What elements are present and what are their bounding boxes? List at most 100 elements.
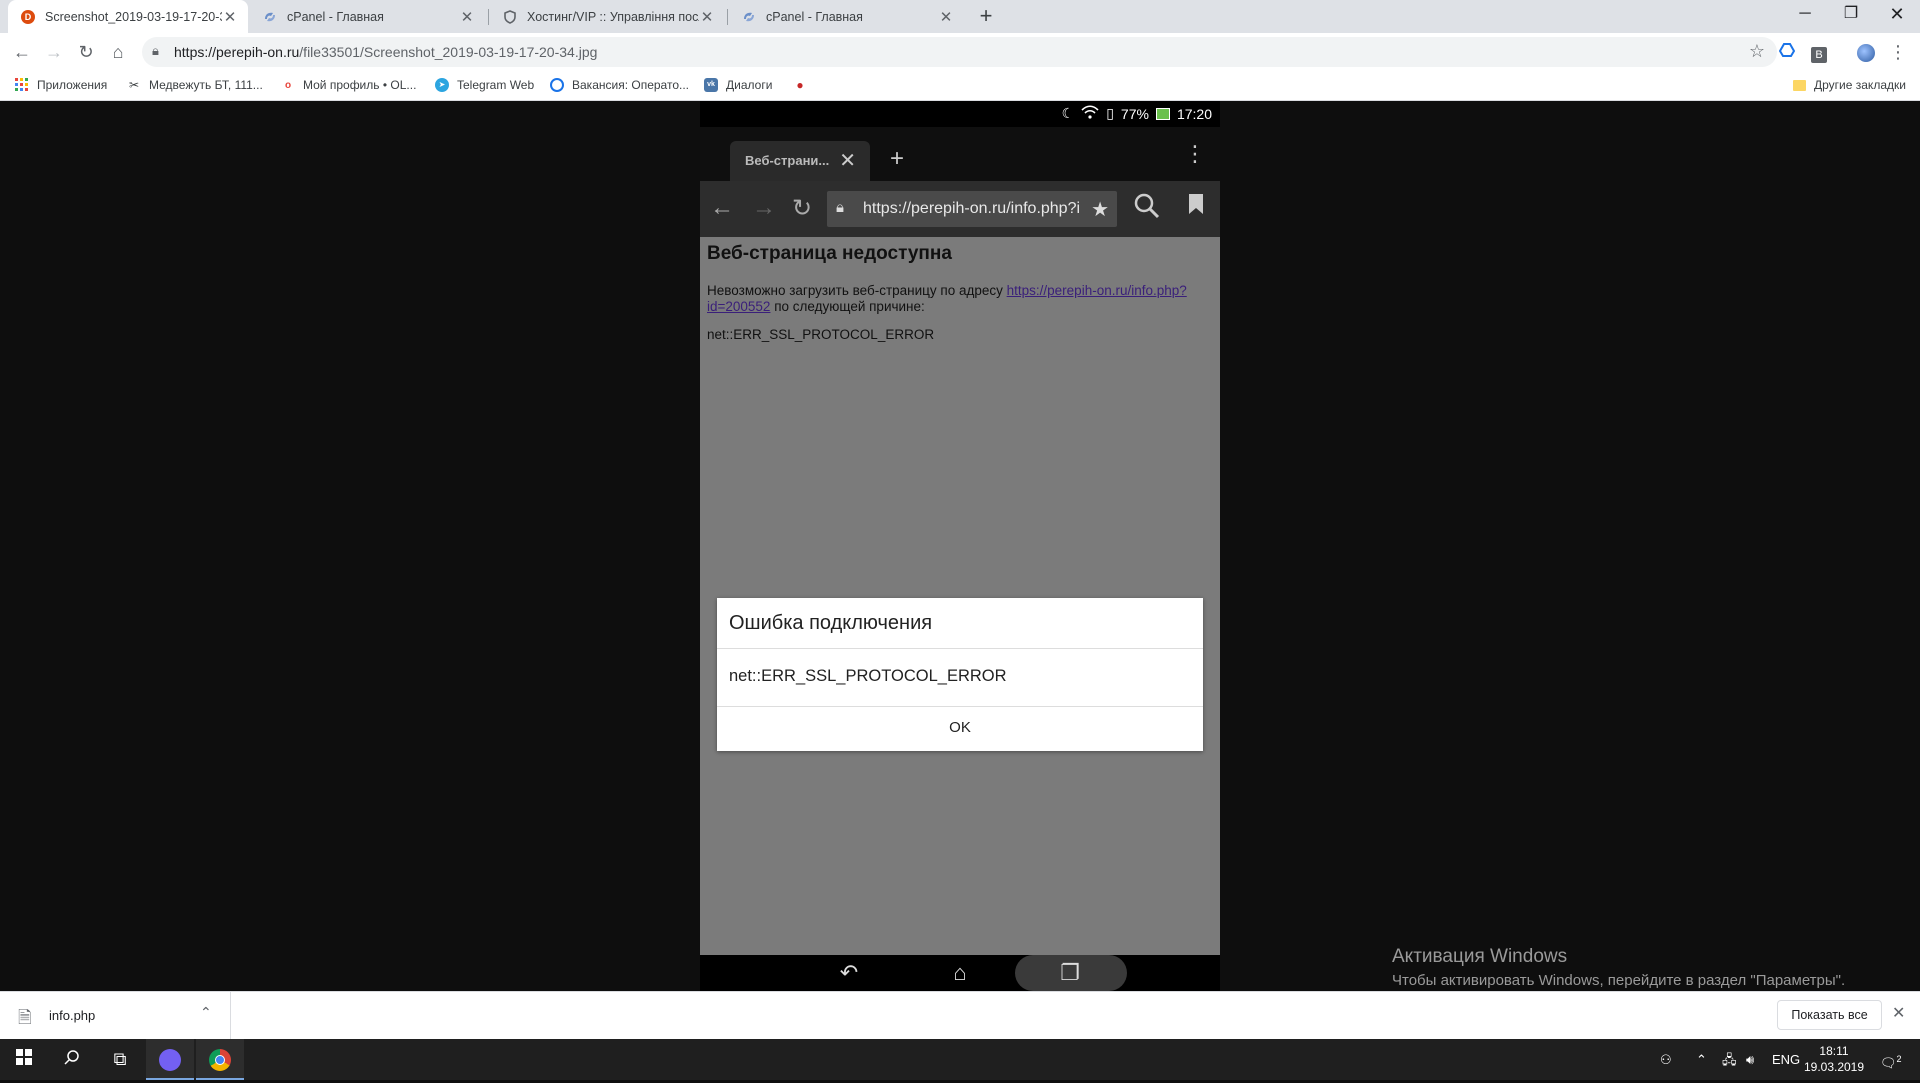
address-bar[interactable]: 🔒︎ https://perepih-on.ru/file33501/Scree… — [142, 37, 1777, 67]
android-home-icon[interactable]: ⌂ — [930, 960, 990, 986]
sim-icon: ▯ — [1106, 105, 1114, 121]
bookmark-label: Мой профиль • OL... — [303, 78, 417, 92]
chevron-up-icon[interactable]: ⌃ — [200, 1004, 212, 1021]
extension-b-letter: B — [1811, 47, 1827, 63]
wifi-icon — [1081, 105, 1099, 122]
mobile-url: https://perepih-on.ru/info.php?i — [863, 200, 1081, 217]
chevron-up-icon[interactable]: ⌃ — [1696, 1039, 1707, 1080]
reload-icon[interactable]: ↻ — [72, 39, 100, 65]
extension-b-icon[interactable]: B — [1805, 39, 1833, 65]
reload-icon[interactable]: ↻ — [792, 194, 812, 223]
task-view-icon[interactable]: ⧉ — [96, 1039, 144, 1080]
mobile-tab[interactable]: Веб-страни... ✕ — [730, 141, 870, 181]
system-clock[interactable]: 18:11 19.03.2019 — [1795, 1043, 1873, 1075]
tab-cpanel-1[interactable]: cPanel - Главная ✕ — [250, 0, 485, 33]
lock-icon: 🔒︎ — [836, 199, 844, 216]
lock-icon: 🔒︎ — [152, 43, 159, 58]
tab-close-icon[interactable]: ✕ — [222, 8, 238, 26]
ladybug-icon: ● — [796, 78, 804, 92]
star-icon[interactable]: ★ — [1091, 197, 1109, 222]
download-shelf: 🗎︎ info.php ⌃ Показать все ✕ — [0, 991, 1920, 1039]
menu-kebab-icon[interactable]: ⋮ — [1184, 141, 1206, 167]
error-description: Невозможно загрузить веб-страницу по адр… — [707, 283, 1213, 315]
tab-title: Screenshot_2019-03-19-17-20-3 — [45, 9, 222, 24]
menu-kebab-icon[interactable]: ⋮ — [1884, 39, 1912, 65]
error-heading: Веб-страница недоступна — [707, 243, 952, 264]
file-icon: 🗎︎ — [18, 1008, 32, 1027]
bookmark-medvezhut[interactable]: ✂ Медвежуть БТ, 111... — [126, 77, 263, 93]
tab-close-icon[interactable]: ✕ — [938, 8, 954, 26]
shield-icon — [502, 9, 518, 25]
android-recents-icon[interactable]: ❐ — [1040, 960, 1100, 986]
bookmark-label: Медвежуть БТ, 111... — [149, 78, 263, 92]
windows-start-icon[interactable] — [0, 1039, 48, 1080]
back-arrow-icon[interactable]: ← — [8, 39, 36, 65]
bookmark-label: Telegram Web — [457, 78, 535, 92]
plus-icon[interactable]: + — [890, 145, 904, 173]
close-icon[interactable]: ✕ — [839, 148, 856, 173]
android-back-icon[interactable]: ↶ — [819, 960, 879, 986]
bookmark-label: Приложения — [37, 78, 108, 92]
search-icon[interactable] — [1134, 193, 1160, 226]
other-bookmarks[interactable]: Другие закладки — [1791, 77, 1906, 93]
mobile-tab-bar: Веб-страни... ✕ + ⋮ — [700, 127, 1220, 181]
tab-hosting-vip[interactable]: Хостинг/VIP :: Управління послу ✕ — [490, 0, 725, 33]
phone-screenshot: ☾ ▯ 77% 17:20 Веб-страни... ✕ + ⋮ ← → ↻ … — [700, 101, 1220, 991]
battery-charging-icon — [1155, 107, 1170, 120]
chrome-icon[interactable] — [196, 1039, 244, 1080]
home-icon[interactable]: ⌂ — [104, 39, 132, 65]
network-icon[interactable]: 🖧︎ — [1722, 1039, 1737, 1080]
bookmark-vacancy[interactable]: Вакансия: Операто... — [549, 77, 689, 93]
bookmark-my-profile[interactable]: o Мой профиль • OL... — [280, 77, 416, 93]
bookmark-dialogs[interactable]: vk Диалоги — [703, 77, 772, 93]
cross-tools-icon: ✂ — [128, 78, 140, 92]
olx-icon: o — [284, 79, 292, 91]
action-center-icon[interactable]: 🗨︎2 — [1880, 1039, 1902, 1080]
viber-icon[interactable] — [146, 1039, 194, 1080]
android-status-bar: ☾ ▯ 77% 17:20 — [700, 101, 1220, 127]
search-icon[interactable] — [48, 1039, 96, 1080]
bookmark-apps[interactable]: Приложения — [14, 77, 107, 93]
back-arrow-icon[interactable]: ← — [710, 194, 734, 222]
ok-button[interactable]: OK — [717, 707, 1203, 751]
close-icon[interactable]: ✕ — [1892, 1003, 1905, 1023]
url-path: /file33501/Screenshot_2019-03-19-17-20-3… — [299, 44, 598, 60]
bookmark-star-icon[interactable]: ☆ — [1749, 41, 1765, 62]
tab-cpanel-2[interactable]: cPanel - Главная ✕ — [729, 0, 964, 33]
tab-separator — [727, 9, 728, 25]
tab-close-icon[interactable]: ✕ — [699, 8, 715, 26]
tab-screenshot[interactable]: D Screenshot_2019-03-19-17-20-3 ✕ — [8, 0, 248, 33]
download-item[interactable]: 🗎︎ info.php ⌃ — [0, 992, 231, 1039]
android-nav-bar: ↶ ⌂ ❐ — [700, 955, 1220, 991]
restore-icon[interactable]: ❐ — [1828, 0, 1874, 30]
cpanel-icon — [741, 9, 757, 25]
mobile-address-bar[interactable]: 🔒︎ https://perepih-on.ru/info.php?i ★ — [827, 191, 1117, 227]
tab-close-icon[interactable]: ✕ — [459, 8, 475, 26]
tab-separator — [488, 9, 489, 25]
mobile-toolbar: ← → ↻ 🔒︎ https://perepih-on.ru/info.php?… — [700, 181, 1220, 237]
people-icon[interactable]: ⚇ — [1660, 1039, 1672, 1080]
minimize-icon[interactable]: ─ — [1782, 0, 1828, 30]
forward-arrow-icon[interactable]: → — [752, 194, 776, 222]
volume-icon[interactable]: 🔊︎ — [1746, 1039, 1754, 1080]
target-icon — [549, 77, 565, 93]
new-tab-button[interactable]: + — [972, 5, 1000, 29]
connection-error-dialog: Ошибка подключения net::ERR_SSL_PROTOCOL… — [717, 598, 1203, 751]
forward-arrow-icon[interactable]: → — [40, 39, 68, 65]
window-close-icon[interactable]: ✕ — [1874, 0, 1920, 30]
drive-extension-icon[interactable] — [1773, 39, 1801, 65]
error-text-after: по следующей причине: — [770, 299, 925, 314]
bookmark-telegram-web[interactable]: ➤ Telegram Web — [434, 77, 534, 93]
bookmarks-bar: Приложения ✂ Медвежуть БТ, 111... o Мой … — [0, 71, 1920, 101]
clock-date: 19.03.2019 — [1803, 1060, 1865, 1074]
profile-avatar[interactable] — [1852, 39, 1880, 65]
dialog-title: Ошибка подключения — [729, 612, 933, 634]
bookmark-ladybug[interactable]: ● — [792, 77, 815, 93]
bookmark-icon[interactable] — [1188, 193, 1204, 221]
tab-title: cPanel - Главная — [287, 9, 384, 24]
bookmark-label: Диалоги — [726, 78, 773, 92]
show-all-button[interactable]: Показать все — [1777, 1000, 1882, 1030]
windows-taskbar: ⧉ ⚇ ⌃ 🖧︎ 🔊︎ ENG 18:11 19.03.2019 🗨︎2 — [0, 1039, 1920, 1080]
cpanel-icon — [262, 9, 278, 25]
battery-percent: 77% — [1120, 105, 1149, 122]
